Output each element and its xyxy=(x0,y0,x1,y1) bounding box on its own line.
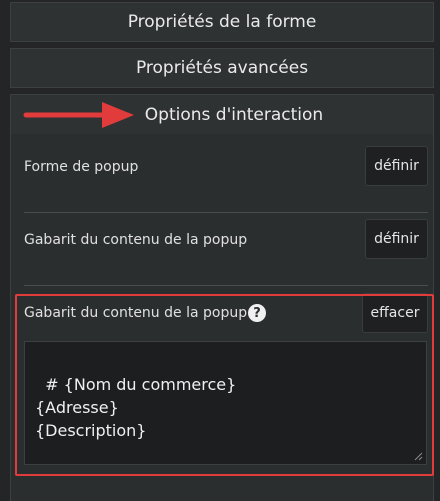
clear-template-button[interactable]: effacer xyxy=(362,293,428,333)
section-interaction-options-label: Options d'interaction xyxy=(144,104,324,125)
popup-template-label: Gabarit du contenu de la popup xyxy=(24,232,248,248)
divider xyxy=(24,285,428,286)
section-advanced-properties-label: Propriétés avancées xyxy=(135,58,309,78)
template-textarea-value: # {Nom du commerce} {Adresse} {Descripti… xyxy=(35,375,237,440)
section-shape-properties-label: Propriétés de la forme xyxy=(127,12,317,32)
red-arrow-annotation-icon xyxy=(23,102,134,128)
define-popup-template-button[interactable]: définir xyxy=(365,219,428,259)
define-popup-shape-button[interactable]: définir xyxy=(365,146,428,186)
divider xyxy=(24,212,428,213)
section-advanced-properties[interactable]: Propriétés avancées xyxy=(10,48,434,88)
template-textarea[interactable]: # {Nom du commerce} {Adresse} {Descripti… xyxy=(24,341,427,465)
help-icon-glyph: ? xyxy=(253,305,261,321)
section-shape-properties[interactable]: Propriétés de la forme xyxy=(10,2,434,42)
help-icon[interactable]: ? xyxy=(248,304,266,322)
popup-shape-label: Forme de popup xyxy=(24,159,139,175)
resize-handle-icon[interactable] xyxy=(414,452,423,461)
template-editor-label: Gabarit du contenu de la popup xyxy=(24,305,248,321)
